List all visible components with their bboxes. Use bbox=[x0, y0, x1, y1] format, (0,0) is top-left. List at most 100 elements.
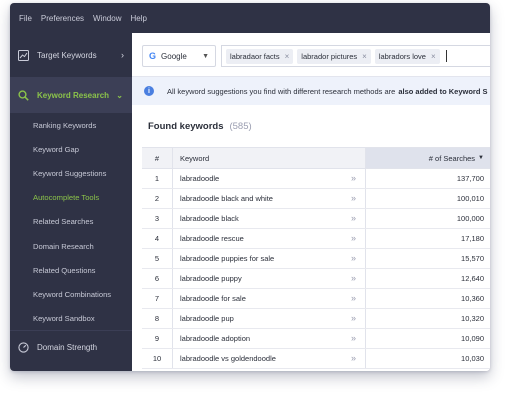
row-number: 9 bbox=[154, 334, 160, 343]
close-icon[interactable]: × bbox=[362, 52, 367, 61]
row-keyword-text: labradoodle vs goldendoodle bbox=[180, 354, 276, 363]
table-row[interactable]: 3 labradoodle black » 100,000 bbox=[142, 209, 490, 229]
keyword-tag-label: labradors love bbox=[378, 51, 426, 61]
double-chevron-right-icon[interactable]: » bbox=[351, 253, 356, 263]
sidebar-subitem-keyword-combinations[interactable]: Keyword Combinations bbox=[10, 282, 132, 306]
row-keyword-text: labradoodle rescue bbox=[180, 234, 244, 243]
table-row[interactable]: 2 labradoodle black and white » 100,010 bbox=[142, 189, 490, 209]
table-body: 1 labradoodle » 137,700 2 labradoodle black a… bbox=[142, 169, 490, 369]
sidebar-item-label: Keyword Research bbox=[37, 90, 110, 100]
row-keyword-text: labradoodle puppy bbox=[180, 274, 242, 283]
row-keyword-text: labradoodle for sale bbox=[180, 294, 246, 303]
sidebar-item-keyword-research[interactable]: Keyword Research ⌄ bbox=[10, 77, 132, 113]
row-keyword: labradoodle puppies for sale » bbox=[172, 249, 365, 268]
row-searches: 10,030 bbox=[365, 349, 490, 368]
double-chevron-right-icon[interactable]: » bbox=[351, 213, 356, 223]
sidebar-subitem-related-searches[interactable]: Related Searches bbox=[10, 210, 132, 234]
found-keywords-count: (585) bbox=[229, 121, 252, 132]
column-header-number[interactable]: # bbox=[142, 148, 172, 168]
menu-help[interactable]: Help bbox=[130, 14, 146, 23]
table-header: # Keyword # of Searches ▼ bbox=[142, 147, 490, 169]
row-number: 10 bbox=[152, 354, 162, 363]
text-caret bbox=[445, 50, 447, 62]
double-chevron-right-icon[interactable]: » bbox=[351, 293, 356, 303]
row-searches: 10,320 bbox=[365, 309, 490, 328]
sort-desc-icon: ▼ bbox=[478, 155, 484, 161]
row-searches: 10,090 bbox=[365, 329, 490, 348]
chevron-right-icon: › bbox=[121, 50, 124, 60]
sidebar-subitem-keyword-sandbox[interactable]: Keyword Sandbox bbox=[10, 307, 132, 331]
double-chevron-right-icon[interactable]: » bbox=[351, 353, 356, 363]
table-row[interactable]: 1 labradoodle » 137,700 bbox=[142, 169, 490, 189]
row-keyword: labradoodle adoption » bbox=[172, 329, 365, 348]
keyword-tag-label: labradaor facts bbox=[230, 51, 280, 61]
row-searches: 100,000 bbox=[365, 209, 490, 228]
gauge-icon bbox=[18, 342, 29, 353]
google-icon: G bbox=[149, 51, 157, 61]
column-header-keyword[interactable]: Keyword bbox=[172, 148, 365, 168]
row-searches: 15,570 bbox=[365, 249, 490, 268]
table-row[interactable]: 8 labradoodle pup » 10,320 bbox=[142, 309, 490, 329]
sidebar-subitem-related-questions[interactable]: Related Questions bbox=[10, 258, 132, 282]
info-icon: i bbox=[144, 86, 154, 96]
sidebar-subitem-keyword-suggestions[interactable]: Keyword Suggestions bbox=[10, 161, 132, 185]
menu-preferences[interactable]: Preferences bbox=[41, 14, 84, 23]
row-keyword: labradoodle rescue » bbox=[172, 229, 365, 248]
double-chevron-right-icon[interactable]: » bbox=[351, 273, 356, 283]
search-engine-label: Google bbox=[161, 51, 187, 61]
menu-bar: File Preferences Window Help bbox=[10, 3, 490, 33]
double-chevron-right-icon[interactable]: » bbox=[351, 173, 356, 183]
info-banner-bold-text: also added to Keyword S bbox=[398, 86, 488, 96]
main-content: G Google ▼ labradaor facts × labrador pi… bbox=[132, 33, 490, 371]
menu-file[interactable]: File bbox=[19, 14, 32, 23]
row-keyword: labradoodle » bbox=[172, 169, 365, 188]
table-row[interactable]: 4 labradoodle rescue » 17,180 bbox=[142, 229, 490, 249]
double-chevron-right-icon[interactable]: » bbox=[351, 333, 356, 343]
row-number: 6 bbox=[154, 274, 160, 283]
row-number: 8 bbox=[154, 314, 160, 323]
keyword-tag-label: labrador pictures bbox=[301, 51, 358, 61]
row-searches: 12,640 bbox=[365, 269, 490, 288]
sidebar-subitem-ranking-keywords[interactable]: Ranking Keywords bbox=[10, 113, 132, 137]
table-row[interactable]: 7 labradoodle for sale » 10,360 bbox=[142, 289, 490, 309]
sidebar-subitem-domain-research[interactable]: Domain Research bbox=[10, 234, 132, 258]
search-icon bbox=[18, 89, 29, 101]
search-engine-select[interactable]: G Google ▼ bbox=[142, 45, 216, 67]
close-icon[interactable]: × bbox=[285, 52, 290, 61]
app-window: File Preferences Window Help Target Keyw… bbox=[10, 3, 490, 371]
row-keyword: labradoodle black » bbox=[172, 209, 365, 228]
row-keyword-text: labradoodle pup bbox=[180, 314, 234, 323]
row-keyword: labradoodle black and white » bbox=[172, 189, 365, 208]
sidebar-item-domain-strength[interactable]: Domain Strength bbox=[10, 330, 132, 364]
double-chevron-right-icon[interactable]: » bbox=[351, 233, 356, 243]
double-chevron-right-icon[interactable]: » bbox=[351, 313, 356, 323]
chevron-down-icon: ⌄ bbox=[116, 90, 123, 100]
row-keyword-text: labradoodle puppies for sale bbox=[180, 254, 275, 263]
sidebar-item-target-keywords[interactable]: Target Keywords › bbox=[10, 33, 132, 77]
double-chevron-right-icon[interactable]: » bbox=[351, 193, 356, 203]
row-number: 5 bbox=[154, 254, 160, 263]
row-searches: 100,010 bbox=[365, 189, 490, 208]
table-row[interactable]: 5 labradoodle puppies for sale » 15,570 bbox=[142, 249, 490, 269]
keyword-tag: labradaor facts × bbox=[226, 48, 294, 64]
keyword-tags-input[interactable]: labradaor facts × labrador pictures × la… bbox=[221, 45, 490, 67]
close-icon[interactable]: × bbox=[431, 52, 436, 61]
row-searches: 17,180 bbox=[365, 229, 490, 248]
info-banner-text: All keyword suggestions you find with di… bbox=[167, 86, 396, 96]
found-keywords-heading: Found keywords (585) bbox=[148, 121, 252, 132]
row-number: 1 bbox=[154, 174, 160, 183]
table-row[interactable]: 9 labradoodle adoption » 10,090 bbox=[142, 329, 490, 349]
row-keyword-text: labradoodle black and white bbox=[180, 194, 273, 203]
search-bar: G Google ▼ labradaor facts × labrador pi… bbox=[132, 33, 490, 77]
menu-window[interactable]: Window bbox=[93, 14, 121, 23]
info-banner: i All keyword suggestions you find with … bbox=[132, 77, 490, 105]
sidebar-subitem-keyword-gap[interactable]: Keyword Gap bbox=[10, 137, 132, 161]
sidebar-subitem-autocomplete-tools[interactable]: Autocomplete Tools bbox=[10, 186, 132, 210]
sidebar-item-label: Target Keywords bbox=[37, 50, 97, 60]
table-row[interactable]: 6 labradoodle puppy » 12,640 bbox=[142, 269, 490, 289]
chart-icon bbox=[18, 49, 29, 61]
keywords-table: # Keyword # of Searches ▼ 1 labradoodle» 1… bbox=[142, 147, 490, 369]
column-header-searches[interactable]: # of Searches ▼ bbox=[365, 148, 490, 168]
table-row[interactable]: 10 labradoodle vs goldendoodle » 10,030 bbox=[142, 349, 490, 369]
keyword-tag: labradors love × bbox=[374, 48, 440, 64]
